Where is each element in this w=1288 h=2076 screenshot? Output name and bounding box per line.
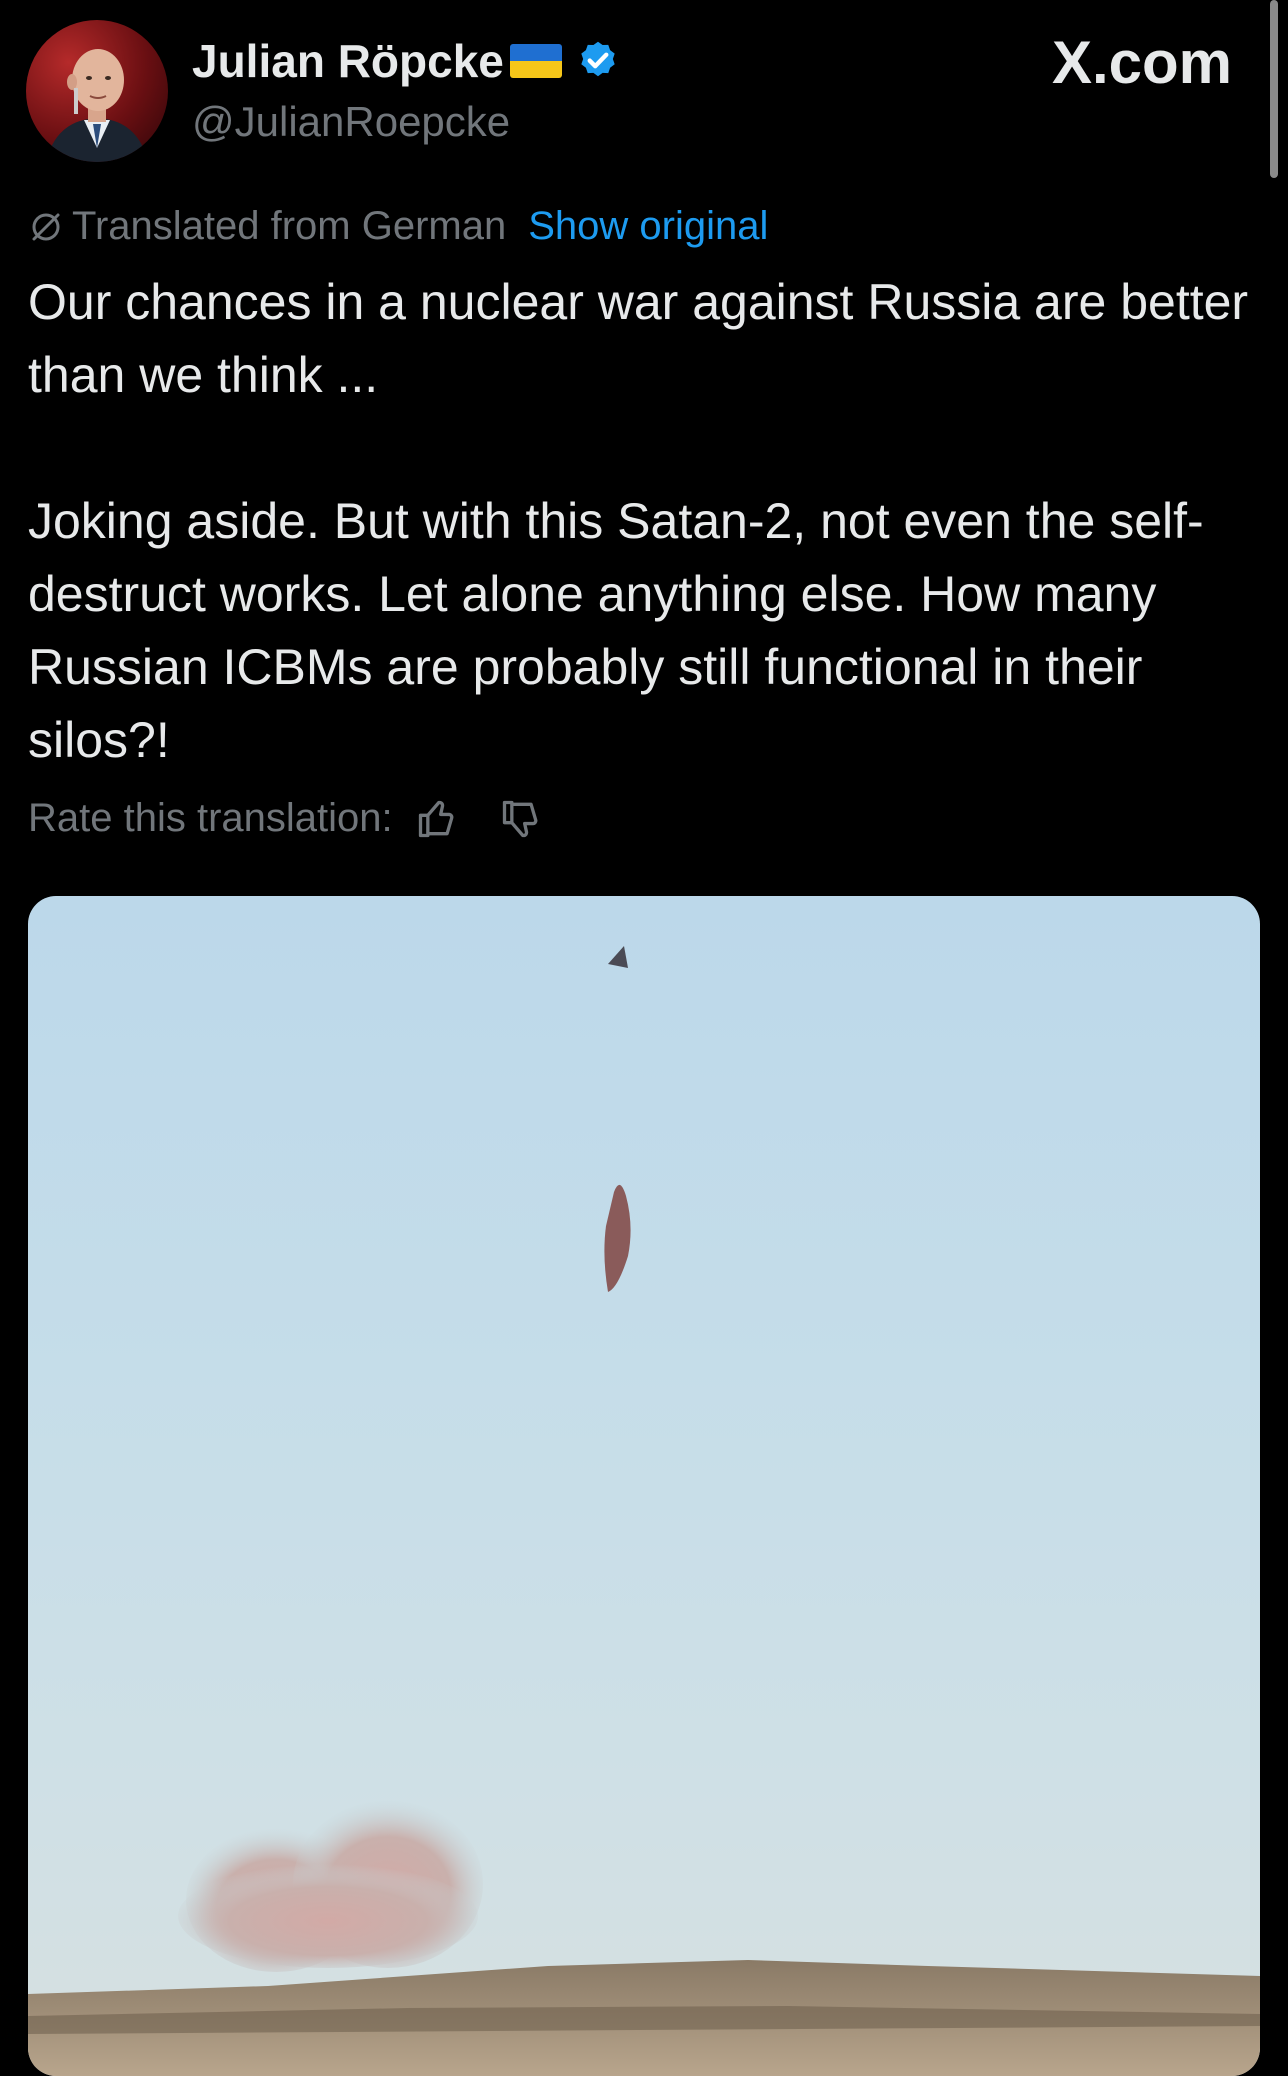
debris-top <box>608 946 628 968</box>
ukraine-flag-icon <box>509 44 562 78</box>
verified-badge-icon <box>581 41 615 77</box>
translated-label: Translated from German <box>72 204 507 248</box>
tweet-paragraph: Our chances in a nuclear war against Rus… <box>28 274 1249 403</box>
thumbs-up-icon[interactable] <box>415 797 459 841</box>
tweet-media-video[interactable] <box>28 896 1260 2076</box>
show-original-link[interactable]: Show original <box>528 204 768 249</box>
avatar-photo <box>46 49 148 162</box>
avatar[interactable] <box>26 20 168 162</box>
video-still <box>28 946 1260 2076</box>
tweet-paragraph: Joking aside. But with this Satan-2, not… <box>28 493 1204 768</box>
globe-slash-icon <box>32 213 60 240</box>
tweet-text: Our chances in a nuclear war against Rus… <box>28 266 1268 777</box>
author-name-row[interactable]: Julian Röpcke <box>192 34 620 88</box>
author-display-name[interactable]: Julian Röpcke <box>192 34 504 88</box>
brand-logo: X.com <box>1051 29 1232 96</box>
rate-translation-label: Rate this translation: <box>28 796 393 840</box>
missile-body <box>604 1184 631 1292</box>
author-handle[interactable]: @JulianRoepcke <box>192 98 510 146</box>
scrollbar[interactable] <box>1270 0 1278 178</box>
translation-row: Translated from German Show original <box>28 204 768 249</box>
rate-translation-row: Rate this translation: <box>28 796 543 841</box>
thumbs-down-icon[interactable] <box>499 797 543 841</box>
